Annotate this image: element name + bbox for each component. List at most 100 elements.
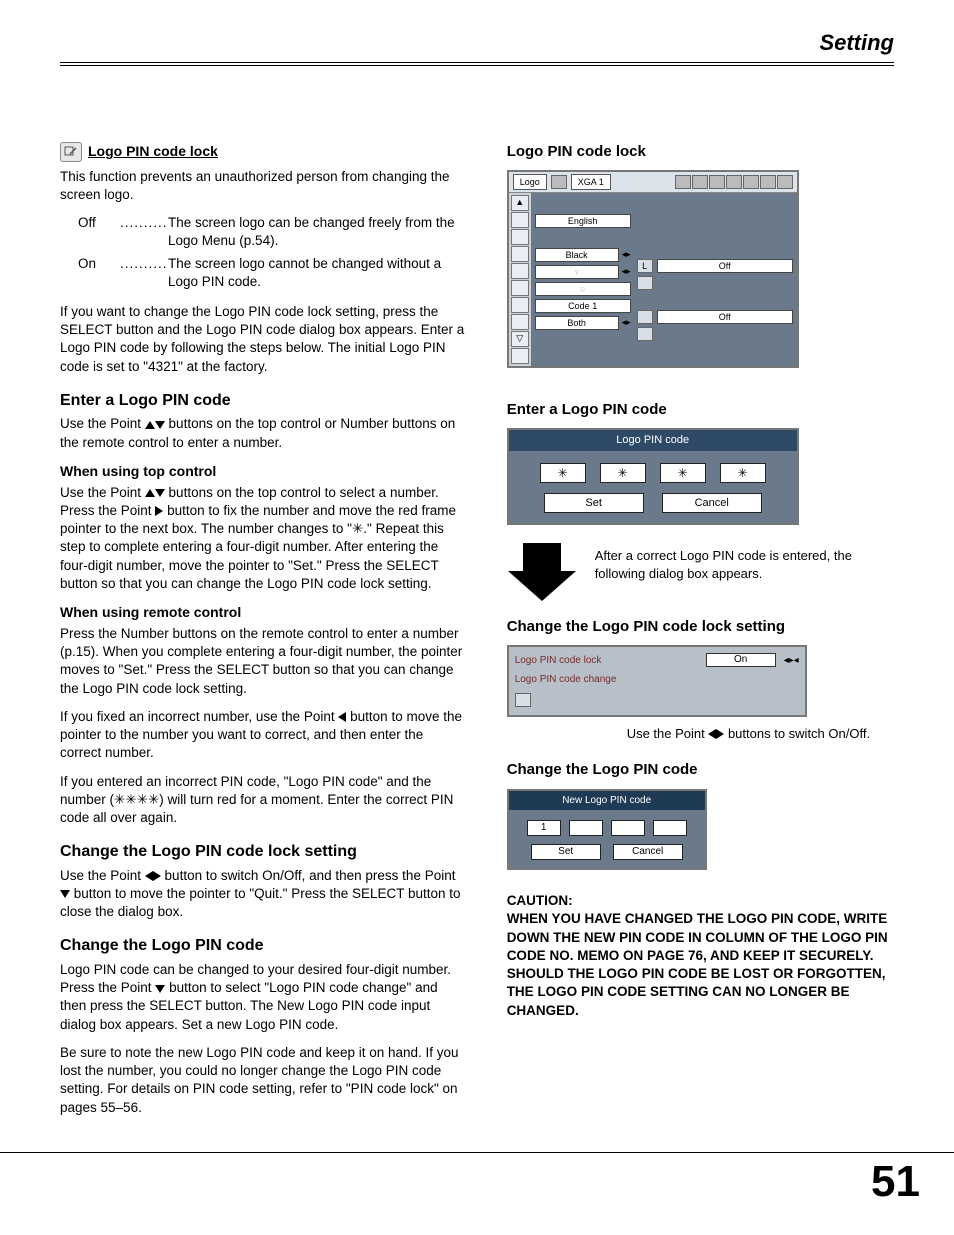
arrows-icon: ◂▸: [622, 248, 631, 262]
osd-toolbar-icon: [777, 175, 793, 189]
subheading-change-lock: Change the Logo PIN code lock setting: [60, 841, 467, 863]
new-pin-slot: [611, 820, 645, 836]
pin-dialog-title: Logo PIN code: [509, 430, 797, 451]
page-header-title: Setting: [60, 28, 894, 58]
pin-slot: ✳: [600, 463, 646, 483]
figure-title: Change the Logo PIN code lock setting: [507, 617, 894, 637]
osd-bar-icon: L: [637, 259, 653, 273]
osd-header-mode: XGA 1: [571, 174, 611, 190]
osd-row: Code 1: [535, 299, 631, 313]
def-val: The screen logo cannot be changed withou…: [168, 255, 467, 291]
pin-slot: ✳: [720, 463, 766, 483]
osd-side-icon: [511, 263, 529, 279]
def-dots: ...........: [120, 214, 168, 250]
caution-body: WHEN YOU HAVE CHANGED THE LOGO PIN CODE,…: [507, 910, 894, 1019]
arrows-icon: ◂▸: [622, 265, 631, 279]
triangle-down-icon: [155, 489, 165, 497]
pin-cancel-button: Cancel: [662, 493, 762, 513]
def-key: On: [78, 255, 120, 291]
osd-side-icon: [511, 280, 529, 296]
osd-toolbar-icon: [675, 175, 691, 189]
figure-title: Enter a Logo PIN code: [507, 400, 894, 420]
body-text: Use the Point button to switch On/Off, a…: [60, 867, 467, 922]
right-column: Logo PIN code lock Logo XGA 1 ▲: [507, 142, 894, 1127]
triangle-down-icon: [60, 890, 70, 898]
osd-row: Black: [535, 248, 619, 262]
triangle-up-icon: [145, 489, 155, 497]
triangle-down-icon: [155, 421, 165, 429]
triangle-down-icon: [155, 985, 165, 993]
osd-toolbar-icon: [709, 175, 725, 189]
osd-bar-icon: [637, 276, 653, 290]
osd-row: ♀: [535, 265, 619, 279]
lock-row-value: On: [706, 653, 776, 667]
osd-row: ○: [535, 282, 631, 296]
def-val: The screen logo can be changed freely fr…: [168, 214, 467, 250]
osd-row: Both: [535, 316, 619, 330]
pin-slot: ✳: [540, 463, 586, 483]
osd-toolbar-icon: [692, 175, 708, 189]
new-pin-slot: [569, 820, 603, 836]
lock-quit-icon: [515, 693, 531, 707]
new-pin-title: New Logo PIN code: [509, 791, 705, 811]
new-pin-set-button: Set: [531, 844, 601, 860]
body-text: Logo PIN code can be changed to your des…: [60, 961, 467, 1034]
text-frag: buttons to switch On/Off.: [724, 726, 870, 741]
osd-side-icon: [511, 314, 529, 330]
header-rule: [60, 65, 894, 66]
definition-list: Off ........... The screen logo can be c…: [78, 214, 467, 291]
pin-set-button: Set: [544, 493, 644, 513]
text-frag: Use the Point: [60, 485, 145, 500]
osd-header-icon: [551, 175, 567, 189]
body-text: Use the Point buttons on the top control…: [60, 484, 467, 593]
text-frag: If you fixed an incorrect number, use th…: [60, 709, 338, 724]
text-frag: button to move the pointer to "Quit." Pr…: [60, 886, 461, 919]
def-key: Off: [78, 214, 120, 250]
osd-sidebar: ▲ ▽: [509, 193, 531, 366]
lock-row-label: Logo PIN code change: [515, 673, 799, 687]
osd-bar-label: Off: [657, 259, 793, 273]
osd-side-up-icon: ▲: [511, 195, 529, 211]
body-text: If you fixed an incorrect number, use th…: [60, 708, 467, 763]
pin-dialog-figure: Logo PIN code ✳ ✳ ✳ ✳ Set Cancel: [507, 428, 799, 525]
caution-block: CAUTION: WHEN YOU HAVE CHANGED THE LOGO …: [507, 892, 894, 1020]
new-pin-slot: [653, 820, 687, 836]
osd-side-icon: [511, 246, 529, 262]
figure-note: Use the Point buttons to switch On/Off.: [627, 725, 894, 743]
text-frag: Use the Point: [627, 726, 709, 741]
figure-title: Logo PIN code lock: [507, 142, 894, 162]
arrow-caption: After a correct Logo PIN code is entered…: [595, 537, 894, 582]
left-column: Logo PIN code lock This function prevent…: [60, 142, 467, 1127]
header-rule: [60, 62, 894, 63]
osd-bar-icon: [637, 327, 653, 341]
text-frag: Use the Point: [60, 868, 145, 883]
logo-lock-icon: [60, 142, 82, 162]
osd-side-icon: [511, 229, 529, 245]
osd-menu-figure: Logo XGA 1 ▲: [507, 170, 799, 368]
osd-header-logo: Logo: [513, 174, 547, 190]
osd-toolbar-icon: [760, 175, 776, 189]
body-text: Press the Number buttons on the remote c…: [60, 625, 467, 698]
body-text: Use the Point buttons on the top control…: [60, 415, 467, 451]
new-pin-cancel-button: Cancel: [613, 844, 683, 860]
section-title: Logo PIN code lock: [88, 142, 218, 161]
page-number: 51: [871, 1152, 920, 1211]
new-pin-dialog-figure: New Logo PIN code 1 Set Cancel: [507, 789, 707, 871]
osd-bar-icon: [637, 310, 653, 324]
miniheading-top: When using top control: [60, 462, 467, 481]
pin-slot: ✳: [660, 463, 706, 483]
triangle-up-icon: [145, 421, 155, 429]
down-arrow-graphic: [507, 537, 577, 601]
triangle-left-icon: [145, 871, 153, 881]
osd-row: English: [535, 214, 631, 228]
osd-toolbar-icon: [743, 175, 759, 189]
osd-side-quit-icon: [511, 348, 529, 364]
osd-toolbar-icon: [726, 175, 742, 189]
osd-side-down-icon: ▽: [511, 331, 529, 347]
miniheading-remote: When using remote control: [60, 603, 467, 622]
footer-rule: [0, 1152, 954, 1153]
body-text: If you entered an incorrect PIN code, "L…: [60, 773, 467, 828]
body-text: Be sure to note the new Logo PIN code an…: [60, 1044, 467, 1117]
lock-row-label: Logo PIN code lock: [515, 654, 698, 668]
def-dots: ............: [120, 255, 168, 291]
